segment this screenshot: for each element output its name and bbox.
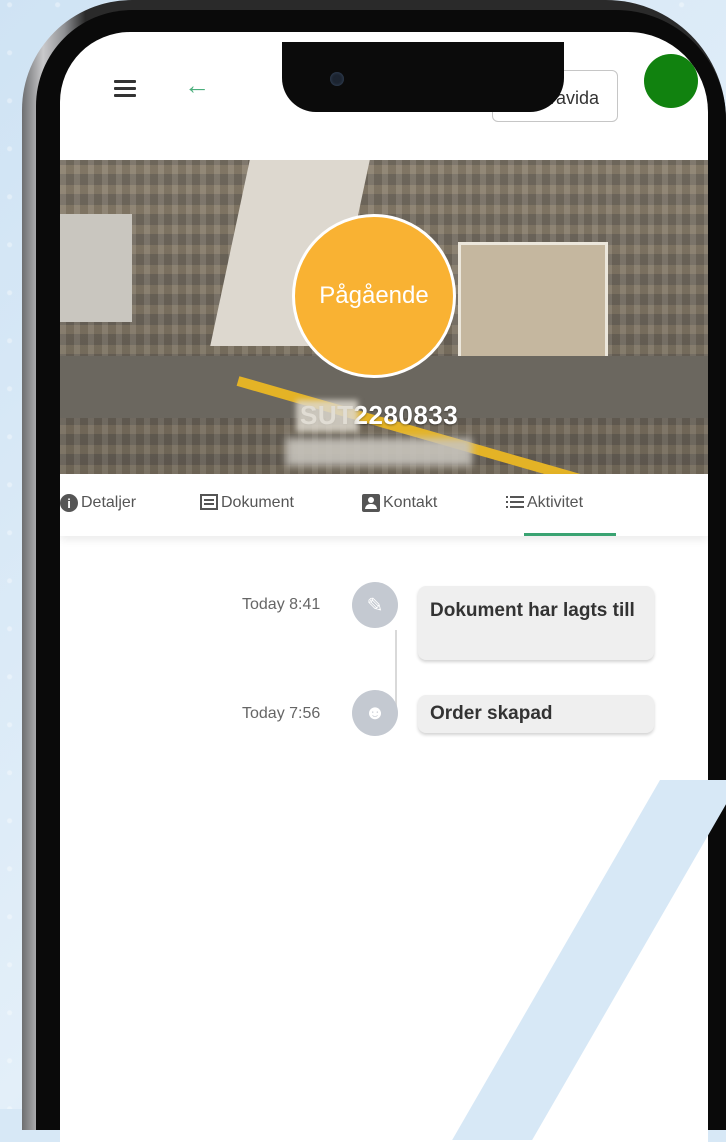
contact-icon: [362, 494, 380, 512]
face-icon: ☻: [352, 690, 398, 736]
activity-text: Dokument har lagts till: [430, 600, 635, 621]
tab-label: Aktivitet: [527, 494, 584, 511]
redaction-mask: [296, 400, 358, 432]
tab-label: Kontakt: [383, 494, 438, 511]
list-icon: [506, 496, 524, 510]
camera-icon: [330, 72, 344, 86]
activity-time: Today 8:41: [242, 596, 321, 613]
status-badge: Pågående: [292, 214, 456, 378]
info-icon: i: [60, 494, 78, 512]
status-text: Pågående: [319, 282, 429, 309]
activity-card: Dokument har lagts till: [418, 586, 654, 660]
tab-label: Dokument: [221, 494, 294, 511]
tab-contact[interactable]: Kontakt: [362, 494, 437, 528]
timeline-connector: [395, 630, 397, 708]
arrow-left-icon[interactable]: ←: [184, 70, 210, 101]
tab-bar: i Detaljer Dokument Kontakt Aktivitet: [60, 474, 708, 536]
redaction-mask-address: [286, 438, 472, 466]
document-icon: [200, 494, 218, 510]
activity-time: Today 7:56: [242, 705, 321, 722]
menu-icon[interactable]: [114, 80, 136, 98]
tab-label: Detaljer: [81, 494, 137, 511]
activity-text: Order skapad: [430, 703, 553, 724]
pencil-icon: ✎: [352, 582, 398, 628]
avatar[interactable]: [644, 54, 698, 108]
phone-notch: [282, 42, 564, 112]
tab-details[interactable]: i Detaljer: [60, 494, 136, 528]
project-hero-image: Pågående SUT2280833: [60, 160, 708, 474]
activity-card: Order skapad: [418, 695, 654, 733]
tab-documents[interactable]: Dokument: [200, 494, 294, 528]
tab-activity[interactable]: Aktivitet: [506, 494, 583, 528]
active-tab-indicator: [524, 533, 616, 536]
